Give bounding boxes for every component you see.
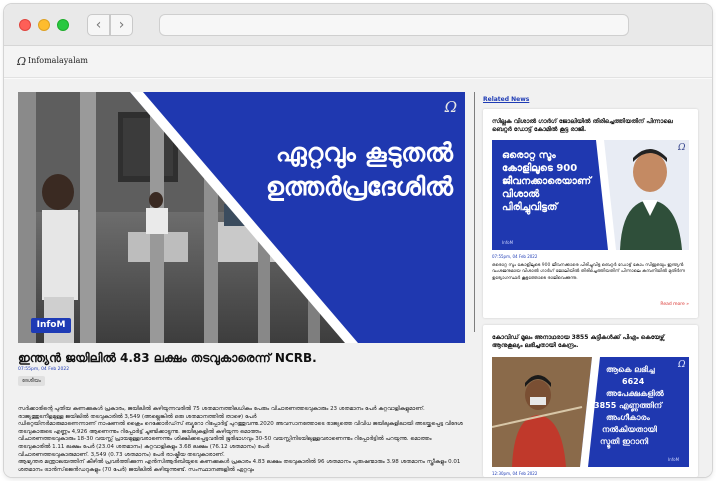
card-image-brand: InfoM [668, 457, 680, 462]
card-image-caption-line: അപേക്ഷകളിൽ [606, 389, 664, 398]
article-timestamp: 07:55pm, 04 Feb 2022 [18, 367, 70, 372]
hero-image[interactable]: Ω ഏറ്റവും കൂടുതൽ ഉത്തർപ്രദേശിൽ InfoM [18, 92, 465, 343]
article-body: സർക്കാരിന്റെ പുതിയ കണക്കുകൾ പ്രകാരം, ജയി… [18, 406, 465, 474]
card-image-caption-line: സ്മൃതി ഇറാനി [600, 437, 649, 446]
related-news-timestamp: 07:55pm, 04 Feb 2022 [492, 254, 538, 259]
infom-logo-icon: Ω [444, 98, 457, 116]
hero-headline-line-1: ഏറ്റവും കൂടുതൽ [275, 138, 453, 167]
article-paragraph: വിചാരണത്തടവുകാരും 18-30 വയസ്സ് പ്രായമുള്… [18, 436, 432, 450]
category-tag[interactable]: ദേശീയം [18, 376, 45, 386]
browser-titlebar: ‹ › [4, 4, 712, 46]
related-news-title[interactable]: കോവിഡ് മൂലം അനാഥരായ 3855 കുട്ടികൾക്ക് പി… [492, 334, 692, 350]
related-news-heading[interactable]: Related News [483, 96, 529, 103]
card-image-caption-line: നൽകിയതായി [602, 425, 657, 434]
minimize-window-button[interactable] [38, 19, 50, 31]
back-button[interactable]: ‹ [87, 14, 110, 36]
article-paragraph: ഡിറ്റെയിനർമാരുമാണെന്നാണ് നാഷണൽ ക്രൈം റെക… [18, 421, 463, 435]
browser-window: ‹ › Ω Infomalayalam Ω ഏറ്റവും കൂടുതൽ ഉത്… [4, 4, 712, 477]
article-paragraph: ആഭ്യന്തര മന്ത്രാലയത്തിന് കീഴിൽ പ്രവർത്തി… [18, 459, 461, 473]
article-title: ഇന്ത്യൻ ജയിലിൽ 4.83 ലക്ഷം തടവുകാരെന്ന് N… [18, 351, 317, 365]
card-image-caption-line: 3855 എണ്ണത്തിന് [594, 401, 663, 410]
infom-logo-icon: Ω [678, 360, 686, 370]
related-news-card[interactable]: കോവിഡ് മൂലം അനാഥരായ 3855 കുട്ടികൾക്ക് പി… [483, 325, 698, 477]
related-news-excerpt: ഒരൊറ്റ സൂം കോളിലൂടെ 900 ജീവനക്കാരെ പിരിച… [492, 263, 686, 281]
card-image-caption-line: ഒരൊറ്റ സൂം [502, 150, 556, 161]
address-bar[interactable] [159, 14, 629, 36]
related-news-image[interactable]: ഒരൊറ്റ സൂം കോളിലൂടെ 900 ജീവനക്കാരെയാണ് വ… [492, 140, 689, 250]
hero-headline-line-2: ഉത്തർപ്രദേശിൽ [265, 172, 453, 201]
site-header: Ω Infomalayalam [4, 46, 712, 78]
forward-button[interactable]: › [110, 14, 133, 36]
read-more-link[interactable]: Read more » [660, 302, 689, 307]
chevron-right-icon: › [118, 17, 125, 33]
related-news-title[interactable]: സില്ലക വിശാൽ ഗാർഗ് ജോലിയിൽ തിരിച്ചെത്തിയ… [492, 118, 692, 134]
card-image-brand: InfoM [502, 240, 514, 245]
column-divider [474, 92, 475, 332]
card-image-caption-line: അംഗീകാരം [606, 413, 650, 422]
prison-photo-graphic [18, 92, 465, 343]
card-image-caption-line: വിശാൽ [502, 189, 540, 200]
card-image-caption-line: പിരിച്ചുവിട്ടത് [502, 202, 558, 213]
page-content: Ω ഏറ്റവും കൂടുതൽ ഉത്തർപ്രദേശിൽ InfoM ഇന്… [4, 79, 712, 477]
related-news-card[interactable]: സില്ലക വിശാൽ ഗാർഗ് ജോലിയിൽ തിരിച്ചെത്തിയ… [483, 109, 698, 318]
site-logo-icon[interactable]: Ω [17, 55, 26, 68]
close-window-button[interactable] [19, 19, 31, 31]
card-image-caption-line: 6624 [622, 377, 645, 386]
related-news-timestamp: 12:30pm, 04 Feb 2022 [492, 471, 538, 476]
card-image-caption-line: കോളിലൂടെ 900 [502, 163, 578, 174]
article-paragraph: സർക്കാരിന്റെ പുതിയ കണക്കുകൾ പ്രകാരം, ജയി… [18, 406, 425, 420]
site-name[interactable]: Infomalayalam [28, 56, 88, 65]
infom-logo-icon: Ω [678, 143, 686, 153]
chevron-left-icon: ‹ [95, 17, 102, 33]
orphan-child-graphic [492, 357, 689, 467]
maximize-window-button[interactable] [57, 19, 69, 31]
infom-badge: InfoM [31, 318, 71, 333]
related-news-image[interactable]: ആകെ ലഭിച്ച 6624 അപേക്ഷകളിൽ 3855 എണ്ണത്തി… [492, 357, 689, 467]
card-image-caption-line: ആകെ ലഭിച്ച [606, 365, 655, 374]
card-image-caption-line: ജീവനക്കാരെയാണ് [502, 176, 591, 187]
